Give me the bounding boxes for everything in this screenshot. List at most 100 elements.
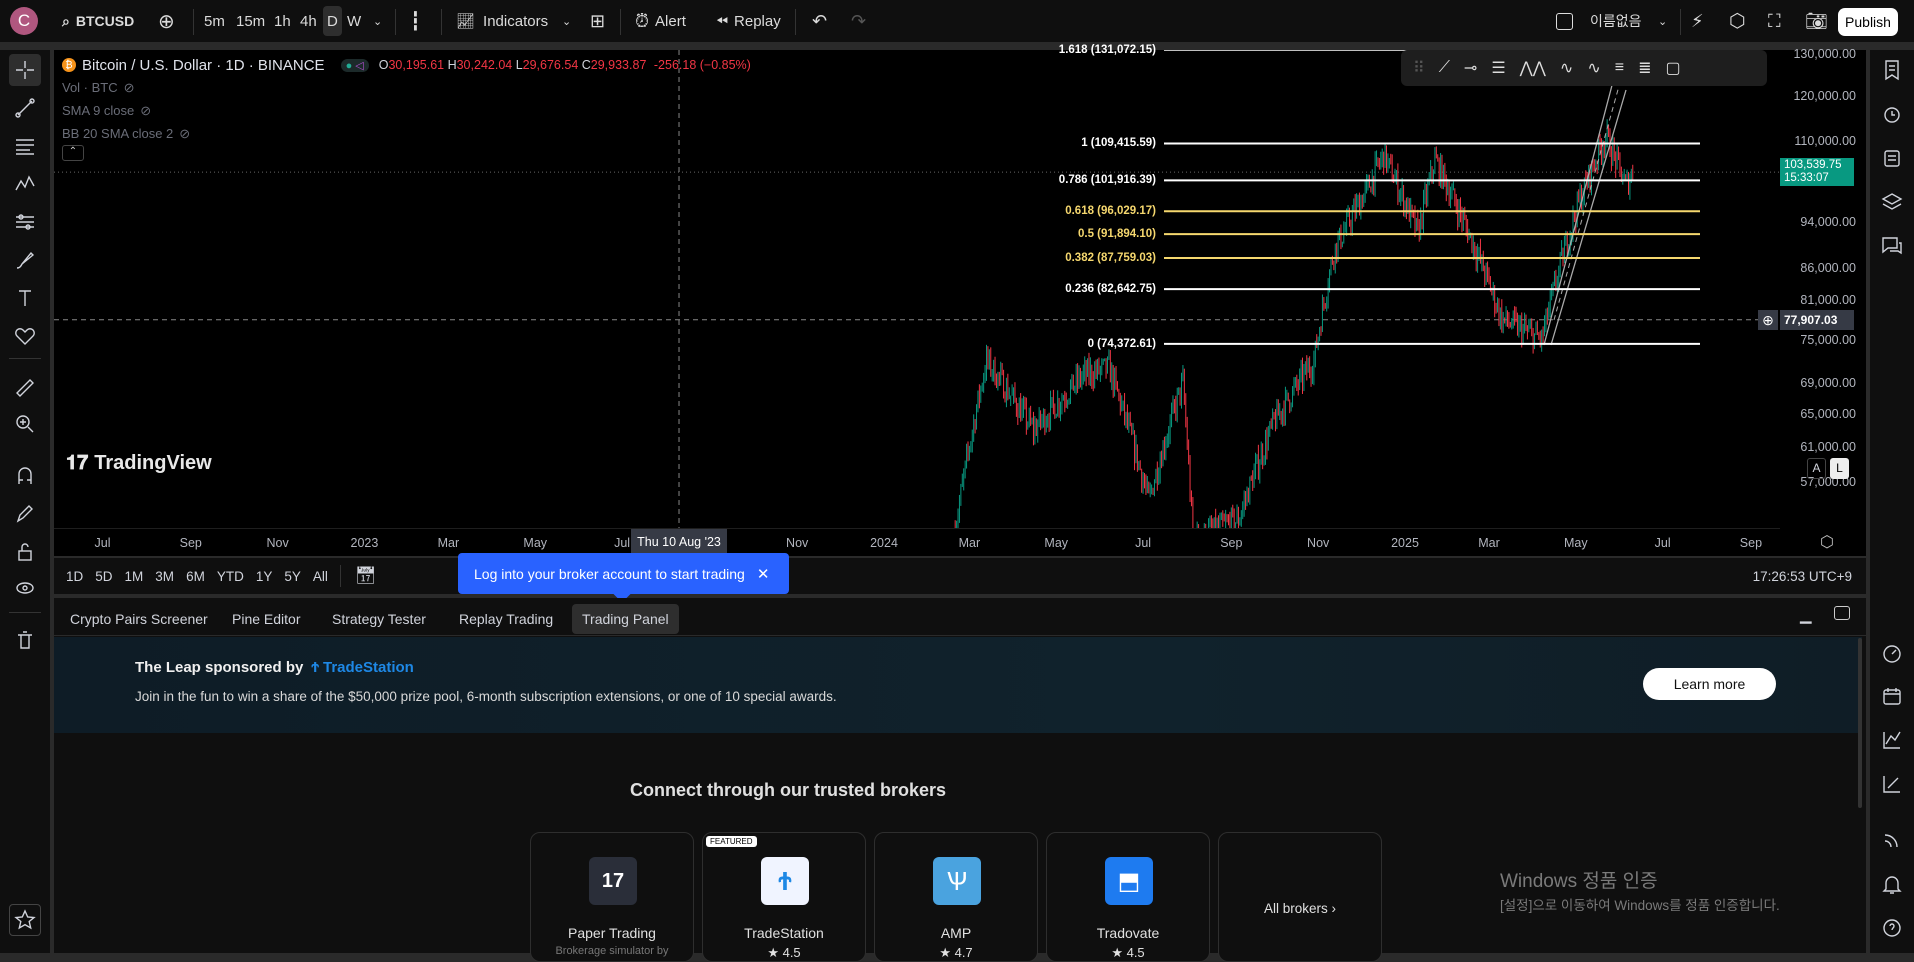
calendar-button[interactable]	[1876, 680, 1908, 712]
go-to-date-icon[interactable]: 📅︎	[355, 566, 377, 586]
parallel-channel-icon[interactable]: ≡	[1615, 59, 1624, 77]
chats-button[interactable]	[1876, 230, 1908, 262]
fib-retracement-icon[interactable]: ☰	[1491, 58, 1505, 78]
fullscreen-icon[interactable]: ⛶	[1768, 0, 1781, 42]
indicator-sma[interactable]: SMA 9 close ⊘	[62, 99, 751, 122]
regression-icon[interactable]: ≣	[1638, 58, 1651, 78]
redo-icon[interactable]: ↷	[851, 0, 866, 42]
interval-5m[interactable]: 5m	[204, 0, 225, 42]
all-brokers-card[interactable]: All brokers ›	[1218, 832, 1382, 962]
xabcd-pattern-icon[interactable]: ⋀⋀	[1520, 58, 1546, 78]
trendline-icon[interactable]: ⟋	[1439, 59, 1450, 77]
horizontal-ray-icon[interactable]: ⊸	[1464, 58, 1477, 78]
indicator-vol[interactable]: Vol · BTC ⊘	[62, 76, 751, 99]
compare-plus-icon[interactable]: ⊕	[158, 0, 175, 42]
indicators-button[interactable]: 📈︎ Indicators	[456, 0, 548, 42]
eye-hidden-icon[interactable]: ⊘	[124, 80, 135, 96]
rectangle-icon[interactable]: ▢	[1665, 58, 1680, 78]
hide-drawings[interactable]	[9, 572, 41, 604]
market-status-icon[interactable]: ● ◁	[340, 58, 369, 72]
layout-grid-icon[interactable]: ⊞	[590, 0, 605, 42]
broker-card-amp[interactable]: Ѱ AMP ★ 4.7	[874, 832, 1038, 962]
range-ytd[interactable]: YTD	[217, 569, 244, 584]
add-alert-plus-icon[interactable]: ⊕	[1758, 309, 1778, 330]
chevron-down-icon[interactable]: ⌄	[562, 0, 571, 42]
range-all[interactable]: All	[313, 569, 328, 584]
maximize-panel-icon[interactable]	[1834, 606, 1850, 620]
abcd-pattern-icon[interactable]: ∿	[1587, 58, 1600, 78]
camera-icon[interactable]: 📷︎	[1805, 0, 1828, 42]
candles-icon[interactable]: ┇	[410, 0, 421, 42]
broker-card-tradovate[interactable]: ⬒ Tradovate ★ 4.5	[1046, 832, 1210, 962]
broker-login-popover[interactable]: Log into your broker account to start tr…	[458, 553, 789, 603]
range-5y[interactable]: 5Y	[284, 569, 301, 584]
range-5d[interactable]: 5D	[95, 569, 112, 584]
chevron-down-icon[interactable]: ⌄	[373, 0, 382, 42]
auto-scale-button[interactable]: A	[1807, 458, 1826, 479]
tab-pine-editor[interactable]: Pine Editor	[222, 604, 310, 634]
symbol-title[interactable]: Bitcoin / U.S. Dollar · 1D · BINANCE	[82, 57, 325, 74]
user-avatar[interactable]: C	[10, 7, 38, 35]
drag-handle-icon[interactable]: ⠿	[1413, 58, 1425, 78]
indicator-bb[interactable]: BB 20 SMA close 2 ⊘	[62, 122, 751, 145]
eye-hidden-icon[interactable]: ⊘	[140, 103, 151, 119]
pine-button[interactable]	[1876, 768, 1908, 800]
ideas-button[interactable]	[1876, 724, 1908, 756]
range-1m[interactable]: 1M	[125, 569, 144, 584]
chart-pane[interactable]: 1.618 (131,072.15) 1 (109,415.59) 0.786 (1…	[54, 44, 1866, 556]
icon-tool[interactable]	[9, 320, 41, 352]
broker-card-tradestation[interactable]: FEATURED Ϯ TradeStation ★ 4.5	[702, 832, 866, 962]
notifications-button[interactable]	[1876, 868, 1908, 900]
data-window-button[interactable]	[1876, 142, 1908, 174]
time-axis-settings-icon[interactable]: ⬡	[1820, 532, 1834, 552]
all-brokers-link[interactable]: All brokers ›	[1219, 901, 1381, 916]
interval-15m[interactable]: 15m	[236, 0, 265, 42]
streams-button[interactable]	[1876, 824, 1908, 856]
undo-icon[interactable]: ↶	[812, 0, 827, 42]
replay-button[interactable]: ⏪︎ Replay	[716, 0, 781, 42]
log-scale-button[interactable]: L	[1830, 458, 1849, 479]
eye-hidden-icon[interactable]: ⊘	[179, 126, 190, 142]
range-3m[interactable]: 3M	[155, 569, 174, 584]
forecast-tool[interactable]	[9, 206, 41, 238]
alert-button[interactable]: ⏰︎ Alert	[635, 0, 686, 42]
interval-w[interactable]: W	[347, 0, 361, 42]
screener-button[interactable]	[1876, 638, 1908, 670]
help-button[interactable]	[1876, 912, 1908, 944]
magnet-tool[interactable]	[9, 460, 41, 492]
object-tree-button[interactable]	[1876, 186, 1908, 218]
brush-tool[interactable]	[9, 244, 41, 276]
current-price-badge[interactable]: 103,539.75 15:33:07	[1780, 158, 1854, 187]
lock-drawings[interactable]	[9, 536, 41, 568]
range-6m[interactable]: 6M	[186, 569, 205, 584]
collapse-legend-button[interactable]: ⌃	[62, 145, 84, 161]
interval-4h[interactable]: 4h	[300, 0, 317, 42]
pattern-tool[interactable]	[9, 168, 41, 200]
tab-crypto-pairs-screener[interactable]: Crypto Pairs Screener	[60, 604, 218, 634]
tab-strategy-tester[interactable]: Strategy Tester	[322, 604, 436, 634]
learn-more-button[interactable]: Learn more	[1643, 668, 1776, 700]
ruler-tool[interactable]	[9, 372, 41, 404]
settings-gear-icon[interactable]: ⬡	[1729, 0, 1746, 42]
layout-name[interactable]: 이름없음	[1590, 0, 1642, 42]
symbol-search[interactable]: ⌕ BTCUSD	[62, 0, 134, 42]
interval-d[interactable]: D	[323, 6, 342, 36]
close-icon[interactable]: ✕	[757, 565, 770, 583]
clock-timezone[interactable]: 17:26:53 UTC+9	[1753, 569, 1852, 584]
time-axis[interactable]: Jul Sep Nov 2023 Mar May Jul Nov 2024 Mar May Jul Se…	[54, 528, 1780, 556]
quick-search-icon[interactable]: ⚡︎	[1691, 0, 1704, 42]
elliott-wave-icon[interactable]: ∿	[1560, 58, 1573, 78]
favorites-button[interactable]	[9, 904, 41, 936]
range-1y[interactable]: 1Y	[256, 569, 273, 584]
tab-replay-trading[interactable]: Replay Trading	[449, 604, 563, 634]
text-tool[interactable]	[9, 282, 41, 314]
broker-card-paper-trading[interactable]: 17 Paper Trading Brokerage simulator by	[530, 832, 694, 962]
trendline-tool[interactable]	[9, 92, 41, 124]
zoom-tool[interactable]	[9, 408, 41, 440]
crosshair-tool[interactable]	[9, 54, 41, 86]
lock-drawing-mode[interactable]	[9, 498, 41, 530]
fib-tool[interactable]	[9, 130, 41, 162]
watchlist-button[interactable]	[1876, 54, 1908, 86]
remove-drawings[interactable]	[9, 624, 41, 656]
range-1d[interactable]: 1D	[66, 569, 83, 584]
